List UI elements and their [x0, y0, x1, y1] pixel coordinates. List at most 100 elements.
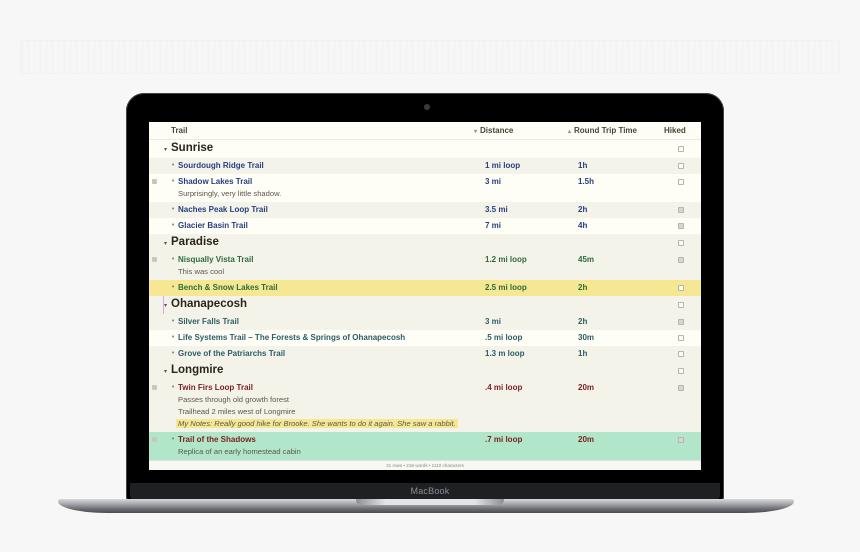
hiked-checkbox[interactable] [678, 335, 684, 341]
hiked-checkbox[interactable] [678, 179, 684, 185]
trail-row[interactable]: • Glacier Basin Trail 7 mi 4h [149, 218, 701, 234]
hiked-checkbox[interactable] [678, 223, 684, 229]
trail-name[interactable]: Bench & Snow Lakes Trail [178, 283, 278, 292]
trail-row[interactable]: • Silver Falls Trail 3 mi 2h [149, 314, 701, 330]
trail-distance[interactable]: .4 mi loop [485, 383, 522, 392]
brand-label: MacBook [410, 486, 450, 496]
bullet-icon: • [171, 349, 176, 357]
trail-time[interactable]: 2h [578, 283, 587, 292]
background-decoration [20, 40, 840, 74]
trail-row[interactable]: • Bench & Snow Lakes Trail 2.5 mi loop 2h [149, 280, 701, 296]
group-row[interactable]: ▾ Sunrise [149, 140, 701, 158]
trail-note[interactable]: Surprisingly, very little shadow. [178, 189, 281, 198]
hiked-checkbox[interactable] [678, 257, 684, 263]
disclosure-triangle-icon[interactable]: ▾ [164, 368, 167, 375]
note-handle-icon[interactable] [152, 385, 157, 390]
hiked-checkbox[interactable] [678, 302, 684, 308]
column-trail[interactable]: Trail [171, 126, 187, 135]
trail-name[interactable]: Shadow Lakes Trail [178, 177, 252, 186]
laptop-hinge-notch [356, 499, 504, 505]
note-handle-icon[interactable] [152, 179, 157, 184]
trail-time[interactable]: 1.5h [578, 177, 594, 186]
trail-time[interactable]: 4h [578, 221, 587, 230]
hiked-checkbox[interactable] [678, 319, 684, 325]
disclosure-triangle-icon[interactable]: ▾ [164, 302, 167, 309]
trail-distance[interactable]: 2.5 mi loop [485, 283, 527, 292]
group-title: Paradise [171, 236, 219, 248]
note-handle-icon[interactable] [152, 257, 157, 262]
bullet-icon: • [171, 383, 176, 391]
hiked-checkbox[interactable] [678, 437, 684, 443]
trail-name[interactable]: Life Systems Trail – The Forests & Sprin… [178, 333, 405, 342]
trail-name[interactable]: Sourdough Ridge Trail [178, 161, 264, 170]
hiked-checkbox[interactable] [678, 385, 684, 391]
bullet-icon: • [171, 161, 176, 169]
trail-distance[interactable]: 3.5 mi [485, 205, 508, 214]
trail-distance[interactable]: 1.2 mi loop [485, 255, 527, 264]
trail-distance[interactable]: .5 mi loop [485, 333, 522, 342]
note-handle-icon[interactable] [152, 437, 157, 442]
column-distance[interactable]: ▾ Distance [474, 126, 513, 135]
column-round-trip-time[interactable]: ▴ Round Trip Time [568, 126, 637, 135]
bullet-icon: • [171, 205, 176, 213]
trail-distance[interactable]: 3 mi [485, 177, 501, 186]
trail-row[interactable]: • Sourdough Ridge Trail 1 mi loop 1h [149, 158, 701, 174]
trail-time[interactable]: 30m [578, 333, 594, 342]
hiked-checkbox[interactable] [678, 146, 684, 152]
group-row[interactable]: ▾ Paradise [149, 234, 701, 252]
group-row[interactable]: ▾ Ohanapecosh [149, 296, 701, 314]
trail-note[interactable]: Replica of an early homestead cabin [178, 447, 301, 456]
trail-name[interactable]: Trail of the Shadows [178, 435, 256, 444]
hiked-checkbox[interactable] [678, 285, 684, 291]
trail-row[interactable]: • Naches Peak Loop Trail 3.5 mi 2h [149, 202, 701, 218]
trail-note[interactable]: This was cool [178, 267, 224, 276]
trail-name[interactable]: Naches Peak Loop Trail [178, 205, 268, 214]
trail-time[interactable]: 1h [578, 161, 587, 170]
highlighted-note[interactable]: My Notes: Really good hike for Brooke. S… [176, 419, 458, 428]
hiked-checkbox[interactable] [678, 207, 684, 213]
trail-distance[interactable]: 1.3 m loop [485, 349, 525, 358]
trail-note[interactable]: Passes through old growth forest [178, 395, 289, 404]
trail-distance[interactable]: .7 mi loop [485, 435, 522, 444]
trail-time[interactable]: 2h [578, 205, 587, 214]
disclosure-triangle-icon[interactable]: ▾ [164, 146, 167, 153]
bullet-icon: • [171, 255, 176, 263]
trail-row[interactable]: • Nisqually Vista Trail 1.2 mi loop 45m This… [149, 252, 701, 280]
trail-name[interactable]: Grove of the Patriarchs Trail [178, 349, 285, 358]
trail-time[interactable]: 20m [578, 383, 594, 392]
trail-time[interactable]: 20m [578, 435, 594, 444]
trail-time[interactable]: 2h [578, 317, 587, 326]
column-header: Trail ▾ Distance ▴ Round Trip Time Hiked [149, 122, 701, 140]
trail-distance[interactable]: 3 mi [485, 317, 501, 326]
trail-name[interactable]: Glacier Basin Trail [178, 221, 248, 230]
trail-row[interactable]: • Shadow Lakes Trail 3 mi 1.5h Surprisingly,… [149, 174, 701, 202]
trail-row[interactable]: • Trail of the Shadows .7 mi loop 20m Replic… [149, 432, 701, 460]
group-row[interactable]: ▾ Longmire [149, 362, 701, 380]
trail-distance[interactable]: 7 mi [485, 221, 501, 230]
hiked-checkbox[interactable] [678, 240, 684, 246]
trail-time[interactable]: 1h [578, 349, 587, 358]
trail-row[interactable]: • Twin Firs Loop Trail .4 mi loop 20m Passes… [149, 380, 701, 432]
trail-name[interactable]: Silver Falls Trail [178, 317, 239, 326]
group-title: Ohanapecosh [171, 298, 248, 310]
camera-icon [424, 104, 430, 110]
bullet-icon: • [171, 283, 176, 291]
trail-row[interactable]: • Grove of the Patriarchs Trail 1.3 m loop… [149, 346, 701, 362]
bullet-icon: • [171, 177, 176, 185]
bullet-icon: • [171, 333, 176, 341]
trail-name[interactable]: Twin Firs Loop Trail [178, 383, 253, 392]
trail-note[interactable]: Trailhead 2 miles west of Longmire [178, 407, 295, 416]
column-hiked[interactable]: Hiked [664, 126, 686, 135]
hiked-checkbox[interactable] [678, 368, 684, 374]
group-title: Sunrise [171, 142, 214, 154]
outliner-window: Trail ▾ Distance ▴ Round Trip Time Hiked ▾… [149, 122, 701, 470]
trail-time[interactable]: 45m [578, 255, 594, 264]
trail-row[interactable]: • Life Systems Trail – The Forests & Spri… [149, 330, 701, 346]
bullet-icon: • [171, 317, 176, 325]
trail-distance[interactable]: 1 mi loop [485, 161, 520, 170]
hiked-checkbox[interactable] [678, 163, 684, 169]
outline-rows: ▾ Sunrise • Sourdough Ridge Trail 1 mi loop 1… [149, 140, 701, 460]
trail-name[interactable]: Nisqually Vista Trail [178, 255, 253, 264]
disclosure-triangle-icon[interactable]: ▾ [164, 240, 167, 247]
hiked-checkbox[interactable] [678, 351, 684, 357]
